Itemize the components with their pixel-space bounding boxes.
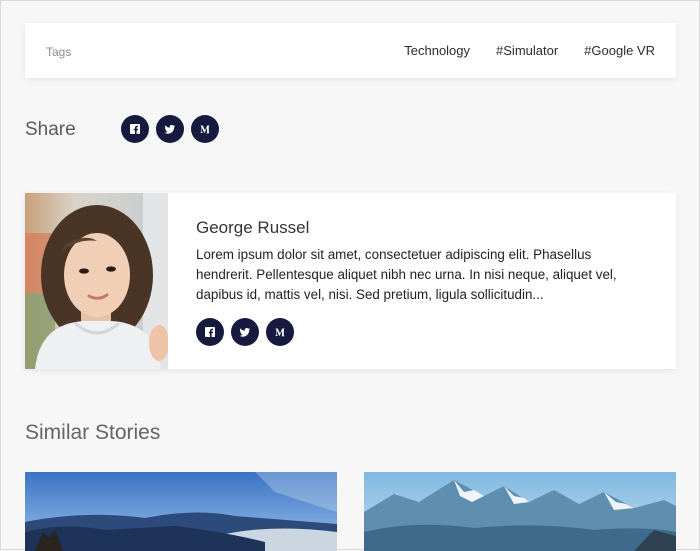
share-medium-button[interactable] — [191, 115, 219, 143]
medium-icon — [275, 328, 285, 337]
author-facebook-button[interactable] — [196, 318, 224, 346]
author-name: George Russel — [196, 218, 310, 237]
share-facebook-button[interactable] — [121, 115, 149, 143]
author-medium-button[interactable] — [266, 318, 294, 346]
story-image — [364, 472, 676, 551]
facebook-icon — [130, 124, 140, 134]
similar-stories-heading: Similar Stories — [25, 421, 161, 444]
story-card[interactable] — [25, 472, 337, 551]
tags-label: Tags — [46, 45, 72, 59]
tag-list: Technology #Simulator #Google VR — [404, 43, 655, 58]
share-label: Share — [25, 119, 76, 140]
twitter-icon — [164, 125, 175, 134]
twitter-icon — [239, 328, 250, 337]
share-twitter-button[interactable] — [156, 115, 184, 143]
tag-technology[interactable]: Technology — [404, 43, 470, 58]
share-social-buttons — [121, 115, 219, 143]
author-twitter-button[interactable] — [231, 318, 259, 346]
author-card: George Russel Lorem ipsum dolor sit amet… — [25, 193, 676, 369]
tag-simulator[interactable]: #Simulator — [496, 43, 558, 58]
medium-icon — [200, 125, 210, 134]
tags-card: Tags Technology #Simulator #Google VR — [25, 23, 676, 78]
author-photo — [25, 193, 168, 369]
author-bio: Lorem ipsum dolor sit amet, consectetuer… — [196, 247, 617, 302]
tag-google-vr[interactable]: #Google VR — [584, 43, 655, 58]
facebook-icon — [205, 327, 215, 337]
story-image — [25, 472, 337, 551]
author-social-buttons — [196, 318, 294, 346]
story-card[interactable] — [364, 472, 676, 551]
